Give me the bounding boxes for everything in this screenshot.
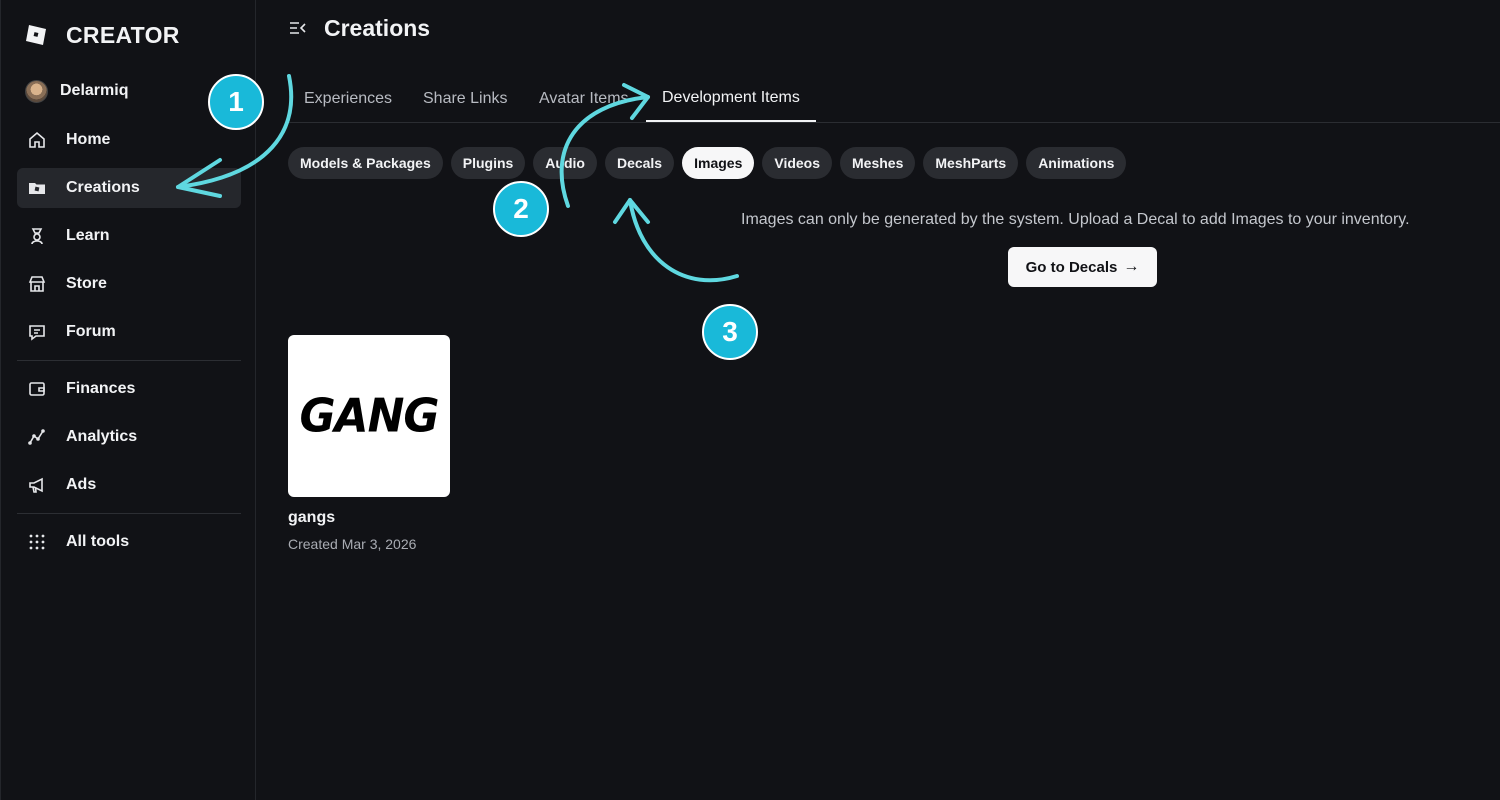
sidebar-item-label: Ads (66, 476, 97, 493)
wallet-icon (27, 379, 47, 399)
arrow-right-icon: → (1123, 258, 1140, 275)
sidebar-item-analytics[interactable]: Analytics (17, 417, 241, 457)
sidebar-item-label: Home (66, 131, 111, 148)
brand[interactable]: CREATOR (25, 20, 180, 50)
filter-animations[interactable]: Animations (1026, 147, 1127, 179)
sidebar-item-store[interactable]: Store (17, 264, 241, 304)
forum-icon (27, 322, 47, 342)
annotation-arrowhead-3 (613, 198, 650, 224)
grid-icon (27, 532, 47, 552)
image-created-date: Created Mar 3, 2026 (288, 536, 417, 552)
go-to-decals-button[interactable]: Go to Decals → (1008, 247, 1157, 287)
sidebar-item-creations[interactable]: Creations (17, 168, 241, 208)
analytics-icon (27, 427, 47, 447)
annotation-badge-2: 2 (493, 181, 549, 237)
collapse-menu-icon[interactable] (288, 18, 308, 38)
user-profile[interactable]: Delarmiq (25, 78, 128, 104)
image-thumbnail[interactable]: GANG (288, 335, 450, 497)
filter-videos[interactable]: Videos (762, 147, 833, 179)
learn-icon (27, 226, 47, 246)
annotation-arrow-3 (628, 198, 739, 283)
avatar (25, 79, 48, 103)
megaphone-icon (27, 475, 47, 495)
filter-plugins[interactable]: Plugins (450, 147, 526, 179)
sidebar-item-label: Finances (66, 380, 136, 397)
sidebar-item-home[interactable]: Home (17, 120, 241, 160)
sidebar-item-finances[interactable]: Finances (17, 369, 241, 409)
creations-folder-icon (27, 178, 47, 198)
sidebar-item-label: Creations (66, 179, 140, 196)
page-title: Creations (324, 14, 431, 41)
image-name[interactable]: gangs (288, 509, 450, 527)
tab-development-items[interactable]: Development Items (646, 76, 816, 122)
annotation-badge-3: 3 (702, 304, 758, 360)
sidebar-item-label: Store (66, 275, 107, 292)
image-card[interactable]: GANG gangs Created Mar 3, 2026 (288, 335, 450, 552)
username: Delarmiq (60, 82, 129, 99)
sidebar-item-label: Learn (66, 227, 110, 244)
sidebar-item-all-tools[interactable]: All tools (17, 522, 241, 562)
sidebar-divider (17, 360, 241, 361)
filter-audio[interactable]: Audio (533, 147, 597, 179)
sidebar-item-label: Forum (66, 323, 116, 340)
page-header: Creations (288, 12, 430, 44)
filter-meshes[interactable]: Meshes (840, 147, 916, 179)
sidebar-item-ads[interactable]: Ads (17, 465, 241, 505)
creations-tabs: Experiences Share Links Avatar Items Dev… (288, 76, 1500, 123)
app-root: CREATOR Delarmiq Home Creations Learn St… (0, 0, 1500, 800)
tab-avatar-items[interactable]: Avatar Items (523, 76, 645, 122)
annotation-badge-1: 1 (208, 74, 264, 130)
sidebar-item-learn[interactable]: Learn (17, 216, 241, 256)
sidebar-item-label: Analytics (66, 428, 138, 445)
go-to-decals-label: Go to Decals (1025, 258, 1118, 276)
asset-type-filters: Models & Packages Plugins Audio Decals I… (288, 147, 1134, 179)
filter-decals[interactable]: Decals (604, 147, 675, 179)
filter-models-packages[interactable]: Models & Packages (288, 147, 443, 179)
sidebar-divider (17, 513, 241, 514)
brand-name: CREATOR (66, 21, 180, 48)
store-icon (27, 274, 47, 294)
home-icon (27, 130, 47, 150)
filter-images[interactable]: Images (682, 147, 755, 179)
tab-experiences[interactable]: Experiences (288, 76, 408, 122)
sidebar-item-label: All tools (66, 533, 130, 550)
thumbnail-text: GANG (299, 389, 439, 443)
tab-share-links[interactable]: Share Links (407, 76, 524, 122)
sidebar-item-forum[interactable]: Forum (17, 312, 241, 352)
roblox-logo-icon (26, 25, 46, 45)
images-notice: Images can only be generated by the syst… (741, 211, 1410, 228)
filter-meshparts[interactable]: MeshParts (923, 147, 1019, 179)
